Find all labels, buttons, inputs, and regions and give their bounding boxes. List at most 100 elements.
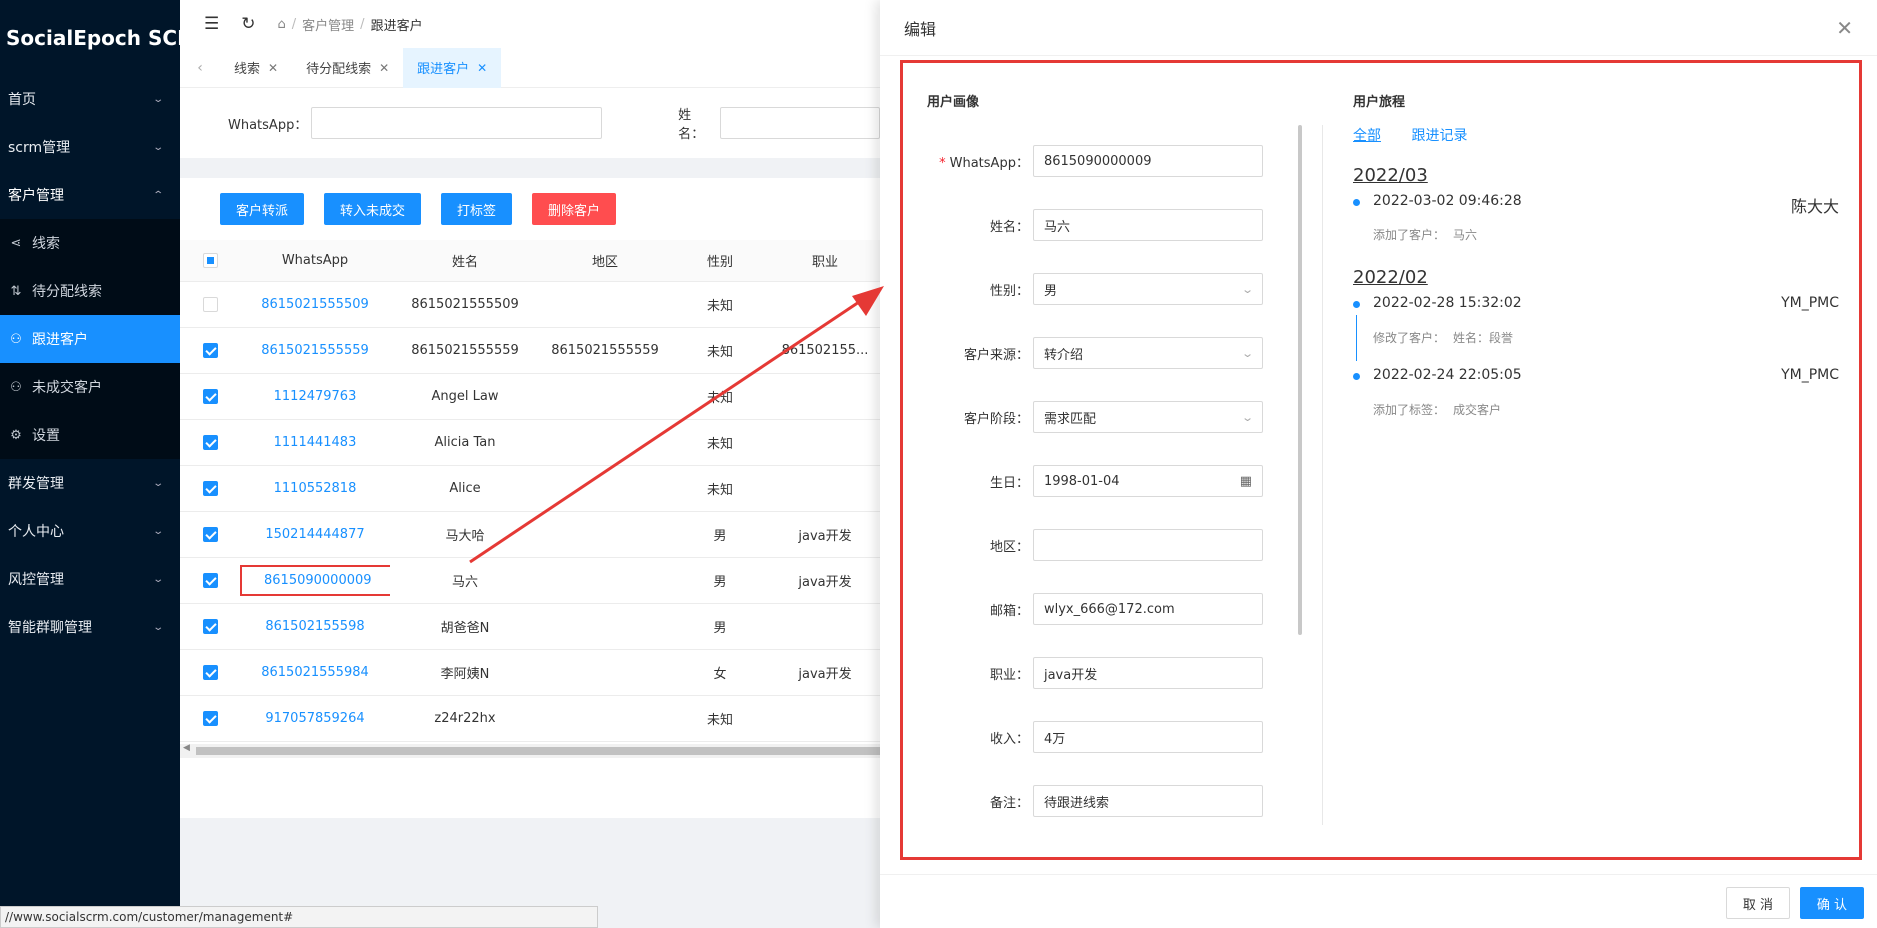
table-row[interactable]: 8615021555984 李阿姨N 女 java开发 xyxy=(180,650,880,696)
row-checkbox[interactable] xyxy=(202,481,218,496)
whatsapp-link[interactable]: 1111441483 xyxy=(240,435,390,450)
field-label: 生日： xyxy=(989,475,1029,491)
menu-fold-icon[interactable]: ☰ xyxy=(204,14,219,34)
form-row-remark: 备注： 待跟进线索 xyxy=(923,785,1263,817)
whatsapp-filter-input[interactable] xyxy=(311,107,603,139)
tag-button[interactable]: 打标签 xyxy=(441,193,513,225)
table-row[interactable]: 861502155598 胡爸爸N 男 xyxy=(180,604,880,650)
confirm-button[interactable]: 确 认 xyxy=(1800,887,1864,919)
menu-label: 首页 xyxy=(8,92,36,108)
whatsapp-link[interactable]: 150214444877 xyxy=(240,527,390,542)
row-checkbox[interactable] xyxy=(202,527,218,542)
sidebar-item-label: 未成交客户 xyxy=(32,380,102,396)
sidebar-item-pending-leads[interactable]: ⇅ 待分配线索 xyxy=(0,267,180,315)
whatsapp-link[interactable]: 8615021555984 xyxy=(240,665,390,680)
sidebar-item-follow-customers[interactable]: ⚇ 跟进客户 xyxy=(0,315,180,363)
stage-select[interactable]: 需求匹配 ⌄ xyxy=(1032,401,1263,433)
name-filter-input[interactable] xyxy=(720,107,880,139)
menu-profile[interactable]: 个人中心 ⌄ xyxy=(0,507,180,555)
income-field[interactable]: 4万 xyxy=(1032,721,1263,753)
sidebar-item-unclosed-customers[interactable]: ⚇ 未成交客户 xyxy=(0,363,180,411)
delete-customer-button[interactable]: 删除客户 xyxy=(532,193,617,225)
region-field[interactable] xyxy=(1032,529,1263,561)
name-cell: Alicia Tan xyxy=(434,435,496,450)
whatsapp-link[interactable]: 917057859264 xyxy=(240,711,390,726)
refresh-icon[interactable]: ↻ xyxy=(241,14,255,34)
sidebar-item-leads[interactable]: ⋖ 线索 xyxy=(0,219,180,267)
remark-field[interactable]: 待跟进线索 xyxy=(1032,785,1263,817)
home-icon[interactable]: ⌂ xyxy=(278,17,286,32)
row-checkbox[interactable] xyxy=(202,573,218,588)
table-row[interactable]: 917057859264 z24r22hx 未知 xyxy=(180,696,880,742)
email-field[interactable]: wlyx_666@172.com xyxy=(1032,593,1263,625)
menu-broadcast[interactable]: 群发管理 ⌄ xyxy=(0,459,180,507)
table-row[interactable]: 1111441483 Alicia Tan 未知 xyxy=(180,420,880,466)
name-field[interactable]: 马六 xyxy=(1032,209,1263,241)
select-all-checkbox[interactable] xyxy=(202,253,218,268)
row-checkbox[interactable] xyxy=(202,665,218,680)
menu-smart-group[interactable]: 智能群聊管理 ⌄ xyxy=(0,603,180,651)
menu-home[interactable]: 首页 ⌄ xyxy=(0,75,180,123)
scrollbar-thumb[interactable] xyxy=(196,747,880,755)
row-checkbox[interactable] xyxy=(202,435,218,450)
tab-label: 待分配线索 xyxy=(306,62,372,77)
event-value: 成交客户 xyxy=(1453,403,1502,417)
form-scrollbar[interactable] xyxy=(1298,125,1302,635)
job-field[interactable]: java开发 xyxy=(1032,657,1263,689)
field-value: 需求匹配 xyxy=(1043,411,1096,427)
journey-month: 2022/02 xyxy=(1353,267,1428,288)
whatsapp-field[interactable]: 8615090000009 xyxy=(1032,145,1263,177)
whatsapp-link[interactable]: 861502155598 xyxy=(240,619,390,634)
column-header[interactable]: 职业 xyxy=(770,251,880,270)
column-header[interactable]: 性别 xyxy=(670,251,770,270)
table-row[interactable]: 1112479763 Angel Law 未知 xyxy=(180,374,880,420)
sidebar-item-settings[interactable]: ⚙ 设置 xyxy=(0,411,180,459)
close-icon[interactable]: ✕ xyxy=(477,61,487,75)
gender-select[interactable]: 男 ⌄ xyxy=(1032,273,1263,305)
column-header[interactable]: 地区 xyxy=(540,251,670,270)
whatsapp-link[interactable]: 1110552818 xyxy=(240,481,390,496)
whatsapp-link[interactable]: 8615021555559 xyxy=(240,343,390,358)
tab-leads[interactable]: 线索 ✕ xyxy=(220,48,292,88)
move-to-unclosed-button[interactable]: 转入未成交 xyxy=(324,193,422,225)
whatsapp-filter-label: WhatsApp： xyxy=(228,117,308,133)
job-cell: java开发 xyxy=(798,667,852,682)
tab-pending-leads[interactable]: 待分配线索 ✕ xyxy=(292,48,403,88)
breadcrumb-level1[interactable]: 客户管理 xyxy=(302,15,354,34)
highlighted-whatsapp-link[interactable]: 8615090000009 xyxy=(240,565,390,596)
whatsapp-link[interactable]: 8615021555509 xyxy=(240,297,390,312)
chevron-left-icon[interactable]: ‹ xyxy=(180,60,220,76)
row-checkbox[interactable] xyxy=(202,389,218,404)
row-checkbox[interactable] xyxy=(202,619,218,634)
birthday-picker[interactable]: 1998-01-04 ▦ xyxy=(1032,465,1263,497)
table-row[interactable]: 1110552818 Alice 未知 xyxy=(180,466,880,512)
profile-section-title: 用户画像 xyxy=(927,95,980,110)
row-checkbox[interactable] xyxy=(202,711,218,726)
tab-follow-customers[interactable]: 跟进客户 ✕ xyxy=(403,47,502,88)
table-row[interactable]: 150214444877 马大哈 男 java开发 xyxy=(180,512,880,558)
share-icon: ⋖ xyxy=(10,235,22,251)
close-icon[interactable]: ✕ xyxy=(379,61,389,75)
cancel-button[interactable]: 取 消 xyxy=(1726,887,1790,919)
journey-tab-followups[interactable]: 跟进记录 xyxy=(1411,128,1467,144)
column-header[interactable]: WhatsApp xyxy=(240,253,390,268)
column-header[interactable]: 姓名 xyxy=(390,251,540,270)
menu-scrm[interactable]: scrm管理 ⌄ xyxy=(0,123,180,171)
menu-customer[interactable]: 客户管理 ⌃ xyxy=(0,171,180,219)
close-icon[interactable]: ✕ xyxy=(1836,16,1853,40)
row-checkbox[interactable] xyxy=(202,297,218,312)
journey-tab-all[interactable]: 全部 xyxy=(1353,128,1381,144)
row-checkbox[interactable] xyxy=(202,343,218,358)
name-cell: 马六 xyxy=(451,575,478,590)
table-row-highlighted[interactable]: 8615090000009 马六 男 java开发 xyxy=(180,558,880,604)
menu-risk[interactable]: 风控管理 ⌄ xyxy=(0,555,180,603)
transfer-customer-button[interactable]: 客户转派 xyxy=(220,193,305,225)
source-select[interactable]: 转介绍 ⌄ xyxy=(1032,337,1263,369)
table-row[interactable]: 8615021555509 8615021555509 未知 xyxy=(180,282,880,328)
chevron-up-icon: ⌃ xyxy=(151,189,164,201)
whatsapp-link[interactable]: 1112479763 xyxy=(240,389,390,404)
scroll-left-icon[interactable]: ◀ xyxy=(183,743,190,753)
close-icon[interactable]: ✕ xyxy=(268,61,278,75)
horizontal-scrollbar[interactable]: ◀ xyxy=(180,743,880,758)
table-row[interactable]: 8615021555559 8615021555559 861502155555… xyxy=(180,328,880,374)
